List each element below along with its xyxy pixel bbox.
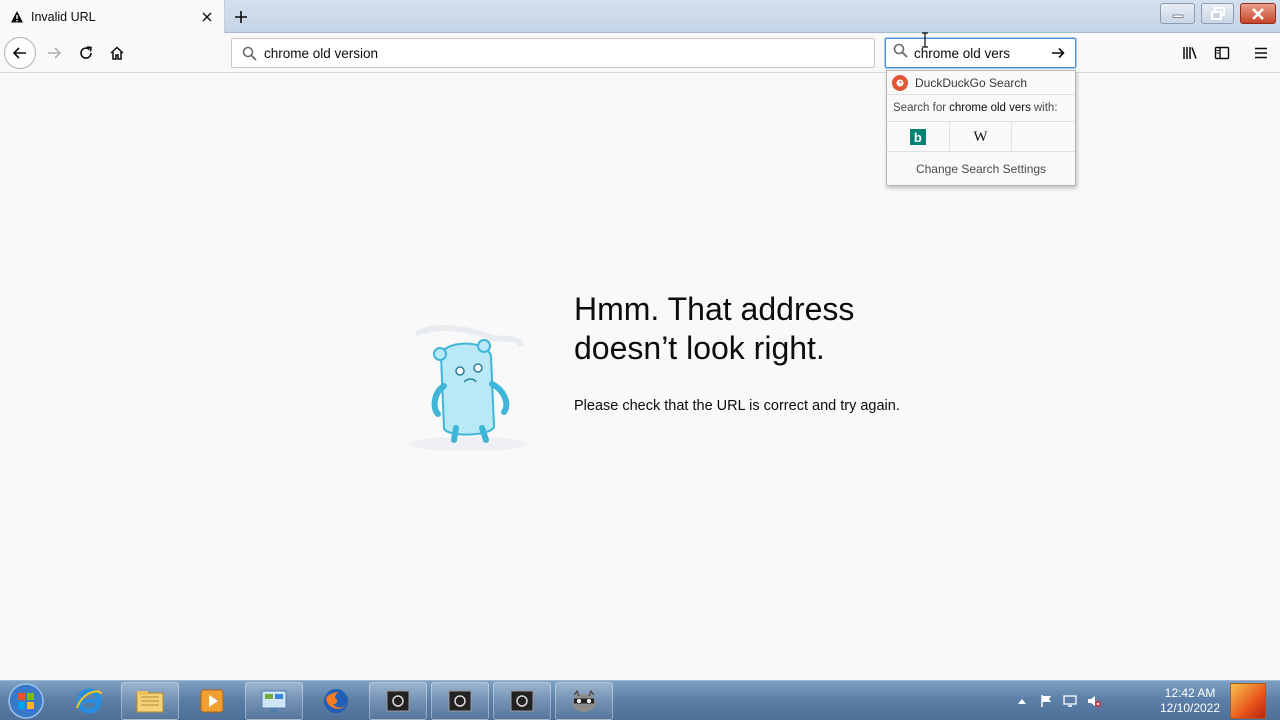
search-bar[interactable] [885,38,1076,68]
search-for-prefix: Search for [893,102,947,114]
sidebar-toggle-button[interactable] [1206,37,1238,69]
raccoon-icon [572,689,596,712]
internet-explorer-icon [76,688,102,714]
url-bar[interactable] [231,38,875,68]
search-input[interactable] [914,45,1044,61]
media-player-icon [200,689,224,713]
taskbar-app-3[interactable] [493,682,551,720]
taskbar-file-explorer[interactable] [121,682,179,720]
action-center-flag-icon[interactable] [1034,689,1058,713]
taskbar-firefox[interactable] [307,682,365,720]
taskbar-internet-explorer[interactable] [60,682,118,720]
bing-icon: b [909,129,926,145]
search-icon [893,43,908,63]
go-arrow-icon[interactable] [1046,41,1070,65]
start-button[interactable] [4,682,48,720]
app-window-icon [448,690,472,712]
engine-name: DuckDuckGo Search [915,75,1028,90]
error-title: Hmm. That address doesn’t look right. [574,290,974,368]
home-button[interactable] [101,37,133,69]
duckduckgo-icon [892,74,908,91]
url-input[interactable] [264,45,844,61]
minimize-button[interactable] [1160,3,1195,24]
hamburger-menu-icon[interactable] [1245,37,1277,69]
app-window-icon [510,690,534,712]
show-hidden-icons-icon[interactable] [1010,689,1034,713]
system-clock[interactable]: 12:42 AM 12/10/2022 [1150,686,1230,716]
search-icon [240,44,258,62]
tab-invalid-url[interactable]: Invalid URL [0,0,225,33]
close-window-button[interactable] [1240,3,1276,24]
taskbar-app-1[interactable] [369,682,427,720]
restore-button[interactable] [1201,3,1234,24]
forward-button[interactable] [38,37,70,69]
taskbar: 12:42 AM 12/10/2022 [0,680,1280,720]
wikipedia-icon: W [973,128,988,145]
error-illustration [408,325,528,451]
show-desktop-button[interactable] [1230,683,1266,719]
app-window-icon [386,690,410,712]
back-button[interactable] [4,37,36,69]
network-icon[interactable] [1058,689,1082,713]
taskbar-raccoon-app[interactable] [555,682,613,720]
error-title-line-2: doesn’t look right. [574,330,825,366]
browser-window: Invalid URL chrome old version chrome ol… [0,0,1280,720]
engine-empty-slot [1012,122,1075,152]
close-tab-icon[interactable] [196,6,218,28]
popup-engine-header: DuckDuckGo Search [887,71,1075,95]
search-for-query: chrome old vers [949,102,1031,114]
reload-button[interactable] [70,37,102,69]
taskbar-control-panel[interactable] [245,682,303,720]
engine-bing-button[interactable]: b [887,122,950,152]
folder-icon [136,691,164,713]
warning-icon [10,10,24,24]
taskbar-app-2[interactable] [431,682,489,720]
search-for-suffix: with: [1033,102,1058,114]
error-description: Please check that the URL is correct and… [574,398,900,414]
navigation-toolbar [0,33,1280,73]
control-panel-icon [261,690,287,712]
clock-time: 12:42 AM [1164,686,1216,700]
one-off-engines: b W [887,122,1075,152]
volume-muted-icon[interactable] [1082,689,1106,713]
tab-strip: Invalid URL [0,0,1280,33]
search-popup: DuckDuckGo Search Search for chrome old … [886,70,1076,186]
error-title-line-1: Hmm. That address [574,291,855,327]
system-tray [1010,681,1106,720]
text-cursor-icon [922,32,928,48]
engine-wikipedia-button[interactable]: W [950,122,1013,152]
clock-date: 12/10/2022 [1159,701,1221,715]
new-tab-button[interactable] [228,4,254,30]
search-for-line: Search for chrome old vers with: [887,95,1075,122]
library-button[interactable] [1174,37,1206,69]
tab-title: Invalid URL [31,9,96,24]
firefox-icon [324,689,348,713]
change-search-settings-button[interactable]: Change Search Settings [887,152,1075,185]
taskbar-media-player[interactable] [183,682,241,720]
